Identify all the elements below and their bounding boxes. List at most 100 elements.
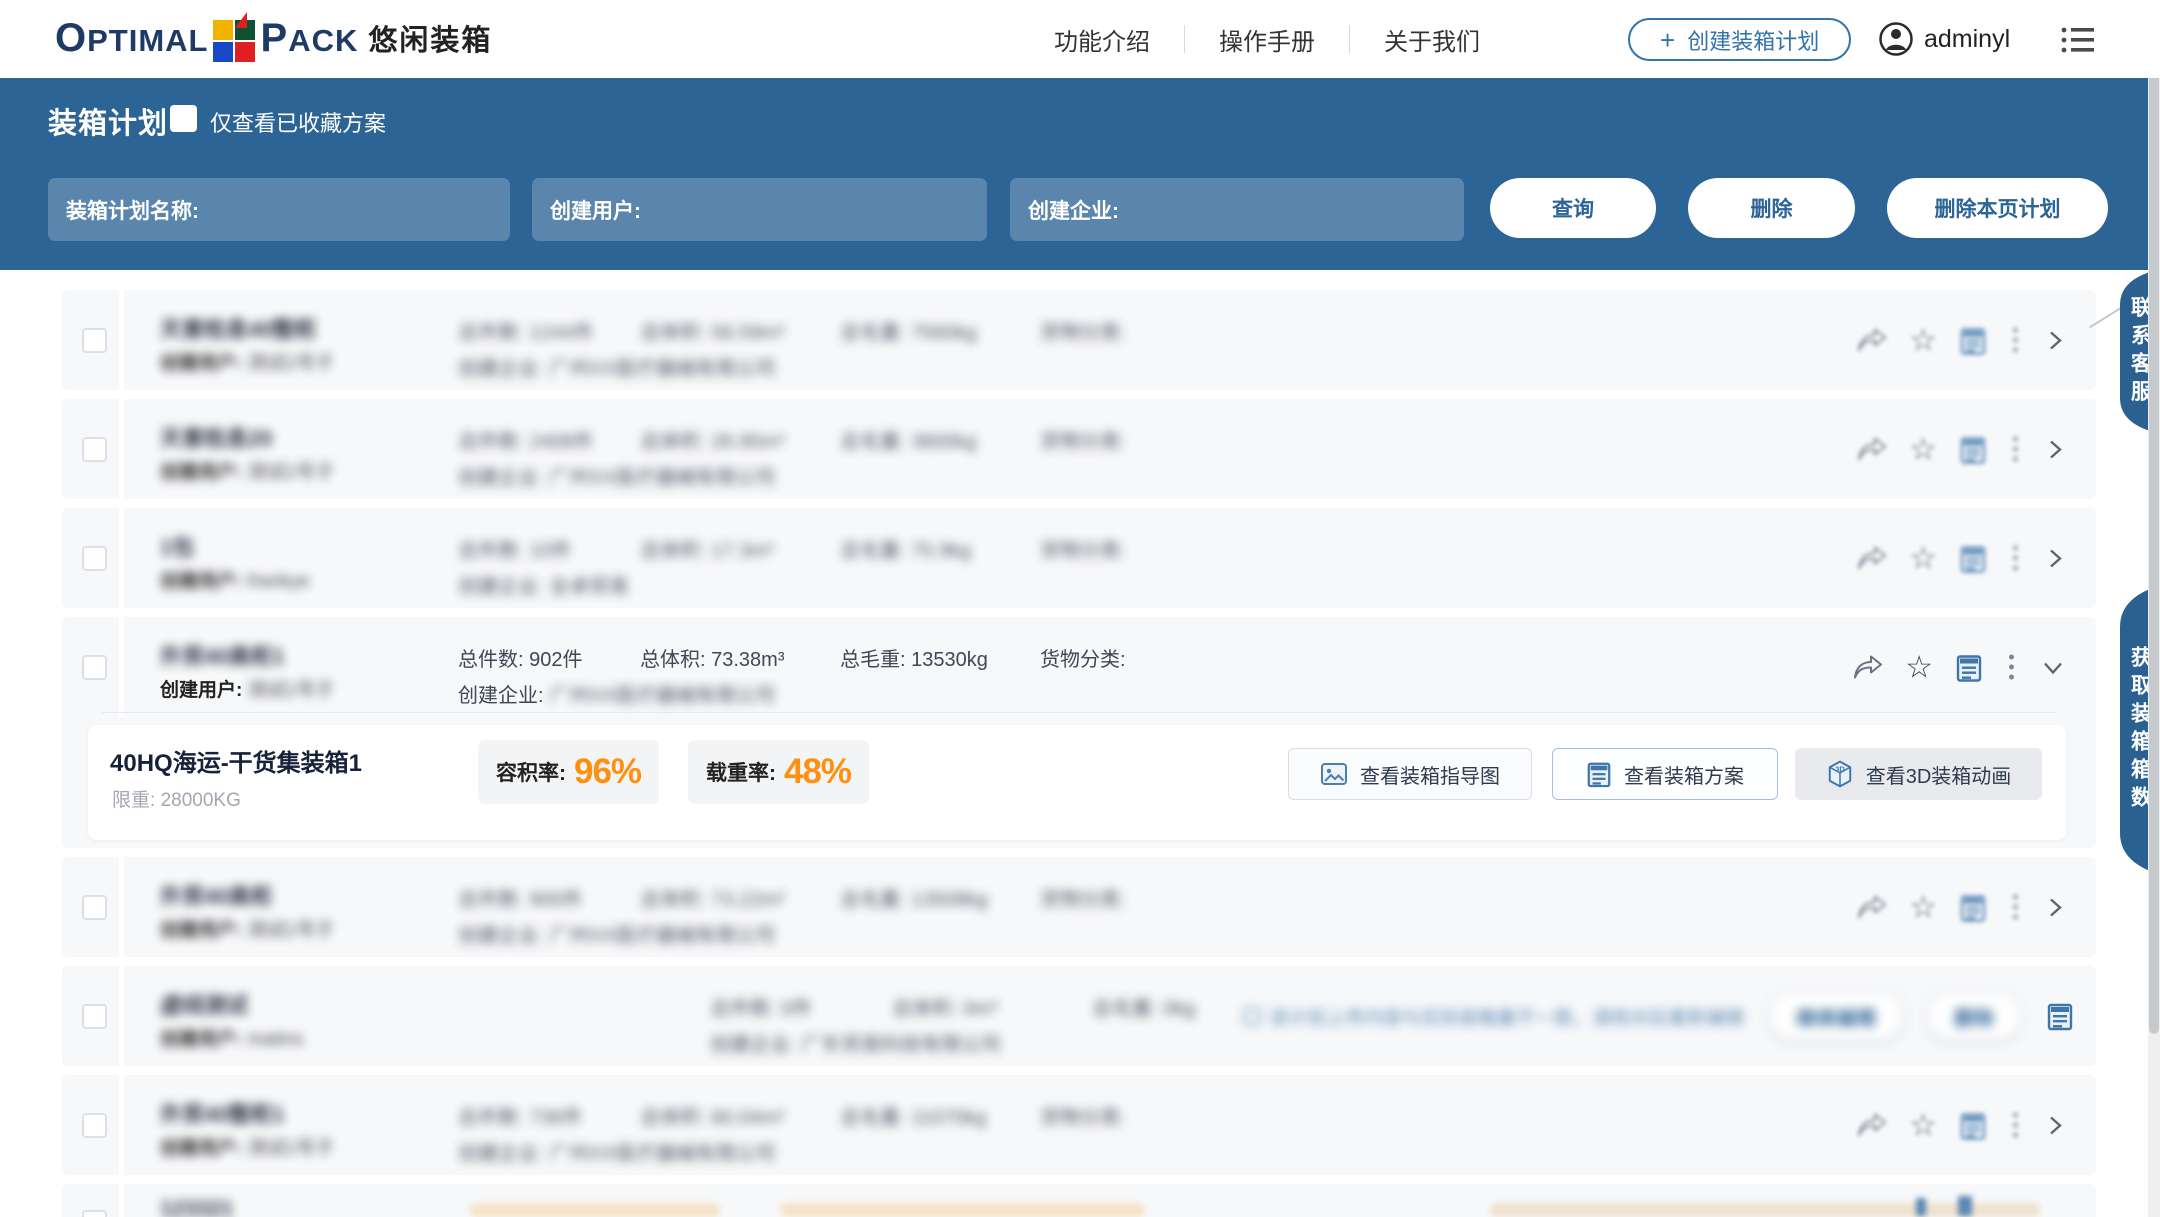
top-header: Optimal Pack 悠闲装箱 功能介绍 操作手册 关于我们 + 创建装箱计… — [0, 0, 2160, 78]
logo-text-cn: 悠闲装箱 — [368, 17, 492, 59]
row-gap — [119, 617, 124, 717]
company-input-label: 创建企业: — [1028, 195, 1119, 225]
page-title: 装箱计划 — [48, 100, 168, 142]
row-actions: ☆ — [1857, 543, 2066, 574]
view-packing-plan-button[interactable]: 查看装箱方案 — [1552, 748, 1778, 800]
plan-row[interactable]: 天意检息40整柜 创建用户: 测试1号子 总件数: 1244件总体积: 56.5… — [62, 290, 2096, 390]
plan-row[interactable]: 外贸40高柜 创建用户: 测试1号子 总件数: 900件总体积: 73.22m³… — [62, 857, 2096, 957]
kebab-menu-icon[interactable] — [2009, 1113, 2022, 1138]
logo-text-pack: Pack — [261, 16, 359, 61]
plan-company: 创建企业: 广州XX医疗器械有限公司 — [458, 461, 776, 490]
clipboard-icon[interactable] — [1959, 1110, 1987, 1140]
plan-stats: 总件数: 1244件总体积: 56.59m³总毛重: 7560kg货物分类: — [458, 316, 1126, 345]
kebab-menu-icon[interactable] — [2009, 546, 2022, 571]
share-icon[interactable] — [1857, 436, 1887, 462]
kebab-menu-icon[interactable] — [2009, 437, 2022, 462]
plan-title: 1包 — [160, 530, 194, 562]
star-icon[interactable]: ☆ — [1905, 652, 1933, 683]
clipboard-icon[interactable] — [1959, 892, 1987, 922]
app-logo[interactable]: Optimal Pack 悠闲装箱 — [55, 14, 492, 62]
nav-item-about[interactable]: 关于我们 — [1350, 22, 1514, 57]
star-icon[interactable]: ☆ — [1909, 434, 1937, 465]
plan-stats: 总件数: 10件总体积: 17.3m³总毛重: 75.9kg货物分类: — [458, 534, 1126, 563]
tag-strip — [470, 1203, 720, 1217]
chevron-right-icon[interactable] — [2044, 1112, 2066, 1138]
create-plan-button[interactable]: + 创建装箱计划 — [1628, 18, 1851, 61]
plan-company: 创建企业: 广州XX医疗器械有限公司 — [458, 352, 776, 381]
row-checkbox[interactable] — [82, 1004, 107, 1029]
view-3d-animation-button[interactable]: 3D 查看3D装箱动画 — [1795, 748, 2042, 800]
plan-row-expanded[interactable]: 外贸40高柜1 创建用户: 测试1号子 总件数: 902件总体积: 73.38m… — [62, 617, 2096, 848]
share-icon[interactable] — [1853, 654, 1883, 680]
chevron-right-icon[interactable] — [2044, 894, 2066, 920]
container-name: 40HQ海运-干货集装箱1 — [110, 743, 362, 778]
row-checkbox[interactable] — [82, 1113, 107, 1138]
row-checkbox[interactable] — [82, 437, 107, 462]
row-checkbox[interactable] — [82, 328, 107, 353]
star-icon[interactable]: ☆ — [1909, 1110, 1937, 1141]
star-icon[interactable]: ☆ — [1909, 543, 1937, 574]
scrollbar-thumb[interactable] — [2149, 24, 2159, 1034]
delete-plan-button[interactable]: 删除 — [1928, 993, 2020, 1039]
row-checkbox[interactable] — [82, 546, 107, 571]
create-plan-label: 创建装箱计划 — [1687, 24, 1819, 56]
chevron-right-icon[interactable] — [2044, 545, 2066, 571]
share-icon[interactable] — [1857, 1112, 1887, 1138]
clipboard-icon[interactable] — [1959, 434, 1987, 464]
plan-title: 外贸40高柜 — [160, 879, 272, 911]
search-button[interactable]: 查询 — [1490, 178, 1656, 238]
house-logo-icon — [213, 14, 259, 62]
delete-button[interactable]: 删除 — [1688, 178, 1855, 238]
plan-row[interactable]: 1包 创建用户: frankye 总件数: 10件总体积: 17.3m³总毛重:… — [62, 508, 2096, 608]
view-packing-guide-button[interactable]: 查看装箱指导图 — [1288, 748, 1532, 800]
delete-page-button[interactable]: 删除本页计划 — [1887, 178, 2108, 238]
share-icon[interactable] — [1857, 545, 1887, 571]
company-input[interactable]: 创建企业: — [1010, 178, 1464, 241]
plan-row[interactable]: 123321 — [62, 1184, 2096, 1217]
username: adminyl — [1924, 25, 2010, 54]
favorites-only-checkbox[interactable] — [170, 105, 197, 132]
kebab-menu-icon[interactable] — [2009, 895, 2022, 920]
tag-mark — [1958, 1196, 1972, 1216]
plan-company: 创建企业: 广州XX医疗器械有限公司 — [458, 919, 776, 948]
kebab-menu-icon[interactable] — [2009, 328, 2022, 353]
nav-item-manual[interactable]: 操作手册 — [1185, 22, 1349, 57]
row-gap — [119, 508, 124, 608]
plan-stats: 总件数: 900件总体积: 73.22m³总毛重: 13508kg货物分类: — [458, 883, 1126, 912]
cube-3d-icon: 3D — [1826, 760, 1854, 788]
plan-title: 外贸40高柜1 — [160, 639, 285, 671]
plan-row[interactable]: 天意检息20 创建用户: 测试1号子 总件数: 2408件总体积: 26.95m… — [62, 399, 2096, 499]
plan-row[interactable]: 虚线测试 创建用户: matins 总件数: 0件总体积: 0m³总毛重: 0k… — [62, 966, 2096, 1066]
plan-creator: 创建用户: 测试1号子 — [160, 675, 334, 702]
star-icon[interactable]: ☆ — [1909, 325, 1937, 356]
user-box[interactable]: adminyl — [1878, 0, 2010, 78]
chevron-down-icon[interactable] — [2040, 656, 2066, 678]
plan-row[interactable]: 外贸40整柜1 创建用户: 测试1号子 总件数: 736件总体积: 60.04m… — [62, 1075, 2096, 1175]
row-checkbox[interactable] — [82, 655, 107, 680]
clipboard-icon[interactable] — [2046, 1001, 2074, 1031]
plan-name-input[interactable]: 装箱计划名称: — [48, 178, 510, 241]
logo-text-optimal: Optimal — [55, 16, 209, 61]
continue-edit-button[interactable]: 继续编辑 — [1770, 993, 1902, 1039]
plan-stats: 总件数: 736件总体积: 60.04m³总毛重: 11070kg货物分类: — [458, 1101, 1126, 1130]
share-icon[interactable] — [1857, 894, 1887, 920]
menu-list-icon[interactable] — [2058, 24, 2098, 56]
kebab-menu-icon[interactable] — [2005, 655, 2018, 680]
clipboard-icon[interactable] — [1955, 652, 1983, 682]
svg-text:3D: 3D — [1835, 764, 1845, 773]
share-icon[interactable] — [1857, 327, 1887, 353]
row-checkbox[interactable] — [82, 1210, 107, 1217]
row-checkbox[interactable] — [82, 895, 107, 920]
star-icon[interactable]: ☆ — [1909, 892, 1937, 923]
chevron-right-icon[interactable] — [2044, 327, 2066, 353]
container-detail-panel: 40HQ海运-干货集装箱1 限重: 28000KG 容积率: 96% 载重率: … — [88, 725, 2066, 840]
plus-icon: + — [1660, 27, 1675, 53]
clipboard-icon — [1586, 760, 1612, 788]
note-checkbox[interactable] — [1244, 1008, 1261, 1025]
creator-input[interactable]: 创建用户: — [532, 178, 987, 241]
clipboard-icon[interactable] — [1959, 325, 1987, 355]
clipboard-icon[interactable] — [1959, 543, 1987, 573]
chevron-right-icon[interactable] — [2044, 436, 2066, 462]
nav-item-features[interactable]: 功能介绍 — [1020, 22, 1184, 57]
row-actions: ☆ — [1857, 434, 2066, 465]
